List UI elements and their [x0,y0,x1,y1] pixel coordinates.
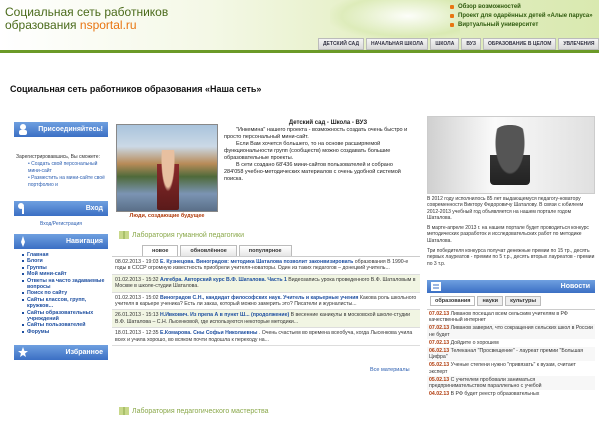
shatalov-announcement: В 2012 году исполнилось 85 лет выдающему… [427,196,595,267]
logo-line2: образования nsportal.ru [5,18,137,32]
user-icon [19,124,27,135]
join-text: Зарегистрировавшись, Вы сможете: [16,154,100,160]
news-item[interactable]: 07.02.13 Дойдите о хорошем [427,339,595,347]
news-list: 07.02.13 Ливанов посещал всем сельским у… [427,309,595,398]
compass-icon [21,236,25,247]
lab-humane-pedagogy-title[interactable]: Лаборатория гуманной педагогики [118,231,418,239]
portrait-figure [490,125,530,185]
top-link-virtual-university[interactable]: Виртуальный университет [450,21,593,30]
navigation-list: Главная Блоги Группы Мой мини-сайт Ответ… [14,249,108,335]
intro-paragraph: "Инкемина" нашего проекта - возможность … [224,127,408,140]
news-item[interactable]: 07.02.13 Ливанов посещал всем сельским у… [427,310,595,324]
page-title: Социальная сеть работников образования «… [10,84,262,94]
join-item: • Разместить на мини-сайте своё портфоли… [28,175,105,188]
all-materials-link[interactable]: Все материалы [370,367,410,373]
intro-paragraph: Если Вам хочется большего, то на основе … [224,141,391,161]
announcement-paragraph: Три победителя конкурса получат денежные… [427,248,595,267]
post-feed: 08.02.2013 - 19:03 Е. Кузнецова. Виногра… [112,256,420,347]
lab-pedagogical-mastery-title[interactable]: Лаборатория педагогического мастерства [118,407,418,415]
top-link-alye-parusa[interactable]: Проект для одарённых детей «Алые паруса» [450,12,593,21]
sidebar: Присоединяйтесь! Зарегистрировавшись, Вы… [14,122,108,361]
news-item[interactable]: 05.02.13 Ученые степени нужно "привязать… [427,361,595,375]
tab-news-education[interactable]: образования [430,296,476,306]
key-icon [18,203,24,214]
join-item: • Создать свой персональный мини-сайт [28,161,98,174]
top-link-overview[interactable]: Обзор возможностей [450,3,593,12]
list-item[interactable]: 01.02.2013 - 15:32 Алгебра. Авторский ку… [112,274,420,293]
top-links: Обзор возможностей Проект для одарённых … [450,3,593,30]
site-header: Социальная сеть работников образования n… [0,0,599,50]
favorites-header: Избранное [14,345,108,361]
star-icon [18,347,28,358]
announcement-paragraph: В 2012 году исполнилось 85 лет выдающему… [427,196,584,221]
intro-block: Детский сад - Школа - ВУЗ "Инкемина" наш… [224,120,412,183]
intro-heading: Детский сад - Школа - ВУЗ [288,120,368,126]
nav-primary-school[interactable]: НАЧАЛЬНАЯ ШКОЛА [366,38,429,50]
nav-item-institution-sites[interactable]: Сайты образовательных учреждений [22,310,108,323]
news-tabs: образования науки культуры [430,296,542,306]
featured-photo [116,124,218,212]
photo-caption: Люди, создающие будущее [129,213,205,219]
photo-person [157,150,179,210]
nav-item-class-sites[interactable]: Сайты классов, групп, кружков... [22,297,108,310]
nav-item-forums[interactable]: Форумы [22,329,108,335]
book-icon [119,231,129,239]
list-item[interactable]: 26.01.2013 - 15:13 Н.Ивкович. Из препа А… [112,310,420,329]
nav-item-faq[interactable]: Ответы на часто задаваемые вопросы [22,278,108,291]
intro-paragraph: В сети создано 68'436 мини-сайтов пользо… [224,162,401,182]
logo-domain: nsportal.ru [79,18,137,32]
login-header: Вход [14,201,108,216]
join-header: Присоединяйтесь! [14,122,108,137]
navigation-header: Навигация [14,234,108,249]
book-icon [119,407,129,415]
site-logo[interactable]: Социальная сеть работников образования n… [5,6,168,32]
announcement-paragraph: В марте-апреле 2013 г. на нашем портале … [427,225,589,244]
login-register-link[interactable]: Вход/Регистрация [14,216,108,227]
news-icon [431,282,441,291]
main-nav: ДЕТСКИЙ САД НАЧАЛЬНАЯ ШКОЛА ШКОЛА ВУЗ ОБ… [318,38,599,50]
shatalov-portrait[interactable] [427,116,595,194]
tab-news-science[interactable]: науки [477,296,504,306]
news-item[interactable]: 05.02.13 С учителем пробовали заниматься… [427,375,595,391]
nav-education-general[interactable]: ОБРАЗОВАНИЕ В ЦЕЛОМ [482,38,557,50]
header-divider [0,50,599,53]
news-item[interactable]: 06.02.13 Телеканал "Просвещение" - лауре… [427,347,595,362]
news-item[interactable]: 04.02.13 В РФ будет реестр образовательн… [427,390,595,398]
header-decoration [330,0,460,40]
nav-hobbies[interactable]: УВЛЕЧЕНИЯ [558,38,599,50]
list-item[interactable]: 08.02.2013 - 19:03 Е. Кузнецова. Виногра… [112,257,420,275]
nav-kindergarten[interactable]: ДЕТСКИЙ САД [318,38,365,50]
list-item[interactable]: 18.01.2013 - 12:35 Е.Комарова. Сны Софьи… [112,328,420,347]
news-header: Новости [427,280,595,293]
news-item[interactable]: 07.02.13 Ливанов заверил, что сокращения… [427,324,595,339]
nav-university[interactable]: ВУЗ [461,38,481,50]
list-item[interactable]: 01.02.2013 - 15:02 Виноградов С.Н., канд… [112,293,420,311]
nav-school[interactable]: ШКОЛА [430,38,460,50]
tab-news-culture[interactable]: культуры [505,296,542,306]
